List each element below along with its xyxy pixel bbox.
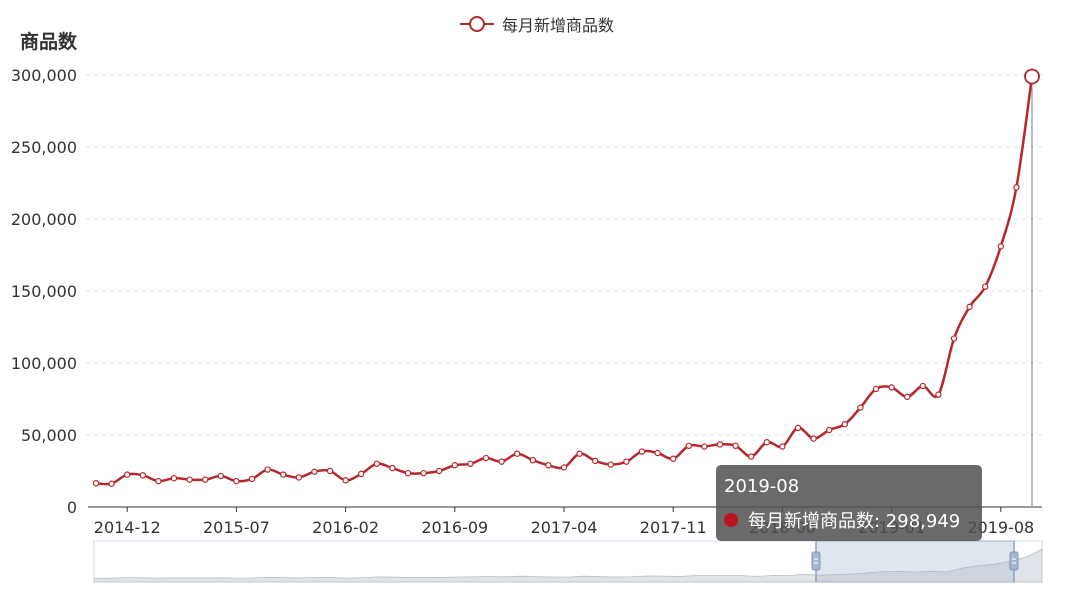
legend-label: 每月新增商品数 xyxy=(502,16,615,35)
data-point[interactable] xyxy=(950,335,958,342)
data-point[interactable] xyxy=(498,458,505,465)
data-point[interactable] xyxy=(904,393,911,401)
data-point[interactable] xyxy=(201,476,209,483)
tooltip-series-dot xyxy=(724,513,738,527)
data-point[interactable] xyxy=(888,384,895,391)
x-tick-label: 2014-12 xyxy=(94,518,161,537)
data-point[interactable] xyxy=(748,453,755,460)
zoom-selection[interactable] xyxy=(815,540,1015,583)
data-point[interactable] xyxy=(436,467,443,475)
data-point[interactable] xyxy=(217,472,224,480)
data-point[interactable] xyxy=(92,480,100,487)
data-point[interactable] xyxy=(467,460,474,467)
data-point[interactable] xyxy=(841,421,849,428)
data-point[interactable] xyxy=(233,477,240,485)
data-point[interactable] xyxy=(342,477,349,484)
data-point[interactable] xyxy=(186,476,193,483)
data-point[interactable] xyxy=(420,469,427,477)
grid-lines xyxy=(86,74,1042,436)
data-point[interactable] xyxy=(170,475,178,482)
tooltip: 2019-08 每月新增商品数: 298,949 xyxy=(716,465,982,541)
y-tick-label: 200,000 xyxy=(11,210,77,229)
data-point[interactable] xyxy=(623,458,630,465)
data-point[interactable] xyxy=(1024,68,1040,85)
data-point[interactable] xyxy=(701,443,708,450)
data-point[interactable] xyxy=(1013,184,1020,191)
data-points xyxy=(92,68,1040,487)
data-point[interactable] xyxy=(295,474,302,481)
data-point[interactable] xyxy=(935,391,942,398)
data-point[interactable] xyxy=(857,404,864,411)
data-point[interactable] xyxy=(919,382,927,390)
y-tick-label: 50,000 xyxy=(21,426,77,445)
zoom-handle-right[interactable] xyxy=(1009,551,1019,571)
zoom-handle-left[interactable] xyxy=(811,551,821,571)
data-point[interactable] xyxy=(248,475,256,483)
data-point[interactable] xyxy=(264,466,271,473)
data-point[interactable] xyxy=(997,243,1005,250)
y-tick-label: 150,000 xyxy=(11,282,77,301)
data-point[interactable] xyxy=(358,470,365,478)
data-point[interactable] xyxy=(966,303,973,311)
legend-line-icon xyxy=(460,14,494,34)
data-point[interactable] xyxy=(404,469,412,477)
y-tick-label: 100,000 xyxy=(11,354,77,373)
data-point[interactable] xyxy=(123,471,131,478)
data-point[interactable] xyxy=(155,477,162,485)
data-point[interactable] xyxy=(280,471,287,478)
data-point[interactable] xyxy=(638,448,646,455)
y-axis: 0 50,000 100,000 150,000 200,000 250,000 300,0… xyxy=(11,66,77,517)
data-point[interactable] xyxy=(326,467,334,475)
y-tick-label: 250,000 xyxy=(11,138,77,157)
y-tick-label: 300,000 xyxy=(11,66,77,85)
data-point[interactable] xyxy=(607,461,615,468)
data-point[interactable] xyxy=(545,462,552,469)
data-point[interactable] xyxy=(373,460,380,467)
data-point[interactable] xyxy=(794,424,802,431)
data-point[interactable] xyxy=(576,450,583,457)
data-point[interactable] xyxy=(108,480,115,487)
data-point[interactable] xyxy=(810,435,817,442)
data-point[interactable] xyxy=(560,464,568,471)
x-tick-label: 2017-11 xyxy=(640,518,707,537)
y-axis-title: 商品数 xyxy=(20,31,78,53)
data-point[interactable] xyxy=(872,385,880,393)
data-point[interactable] xyxy=(311,468,318,475)
data-point[interactable] xyxy=(826,426,833,434)
data-point[interactable] xyxy=(529,457,537,464)
x-tick-label: 2016-09 xyxy=(421,518,488,537)
data-point[interactable] xyxy=(451,462,458,469)
data-point[interactable] xyxy=(779,443,786,450)
y-tick-label: 0 xyxy=(67,498,77,517)
tooltip-value: 每月新增商品数: 298,949 xyxy=(748,511,961,532)
data-point[interactable] xyxy=(592,457,599,465)
legend[interactable]: 每月新增商品数 xyxy=(460,12,614,36)
data-point[interactable] xyxy=(763,439,771,446)
data-point[interactable] xyxy=(482,454,490,462)
data-point[interactable] xyxy=(670,455,677,462)
data-point[interactable] xyxy=(716,441,724,448)
series-line xyxy=(95,76,1034,486)
data-point[interactable] xyxy=(732,442,739,449)
data-zoom-slider[interactable] xyxy=(93,540,1043,583)
x-tick-label: 2017-04 xyxy=(531,518,598,537)
data-point[interactable] xyxy=(685,442,693,449)
data-point[interactable] xyxy=(982,283,989,290)
x-tick-label: 2016-02 xyxy=(312,518,379,537)
tooltip-row: 每月新增商品数: 298,949 xyxy=(724,507,974,533)
data-point[interactable] xyxy=(139,472,146,479)
data-point[interactable] xyxy=(654,449,661,457)
x-tick-label: 2015-07 xyxy=(203,518,270,537)
data-point[interactable] xyxy=(389,464,396,472)
tooltip-date: 2019-08 xyxy=(724,476,800,497)
data-point[interactable] xyxy=(514,450,521,457)
